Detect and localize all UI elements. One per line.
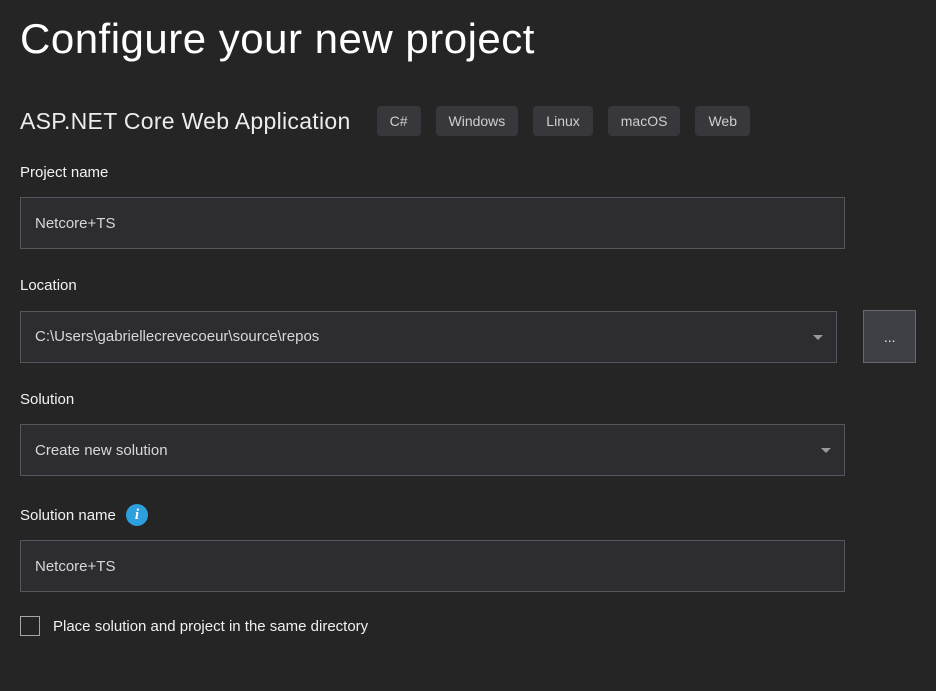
location-value: C:\Users\gabriellecrevecoeur\source\repo… [35, 328, 319, 345]
project-name-field: Project name [20, 164, 916, 249]
same-directory-checkbox[interactable] [20, 616, 40, 636]
solution-name-field: Solution name i [20, 504, 916, 592]
tag-macos: macOS [608, 106, 681, 136]
tag-web: Web [695, 106, 750, 136]
page-title: Configure your new project [20, 14, 916, 64]
chevron-down-icon [813, 335, 823, 340]
solution-value: Create new solution [35, 442, 168, 459]
location-row: C:\Users\gabriellecrevecoeur\source\repo… [20, 310, 916, 363]
solution-name-input[interactable] [20, 540, 845, 592]
template-name: ASP.NET Core Web Application [20, 108, 351, 135]
location-combobox[interactable]: C:\Users\gabriellecrevecoeur\source\repo… [20, 311, 837, 363]
chevron-down-icon [821, 448, 831, 453]
same-directory-label: Place solution and project in the same d… [53, 618, 368, 635]
project-name-input[interactable] [20, 197, 845, 249]
info-icon[interactable]: i [126, 504, 148, 526]
browse-button[interactable]: ... [863, 310, 916, 363]
solution-label: Solution [20, 391, 916, 408]
solution-combobox[interactable]: Create new solution [20, 424, 845, 476]
tag-linux: Linux [533, 106, 592, 136]
same-directory-row: Place solution and project in the same d… [20, 616, 916, 636]
solution-name-label: Solution name [20, 507, 116, 524]
template-tags: C# Windows Linux macOS Web [377, 106, 750, 136]
template-row: ASP.NET Core Web Application C# Windows … [20, 106, 916, 136]
configure-project-dialog: Configure your new project ASP.NET Core … [0, 0, 936, 636]
solution-name-label-row: Solution name i [20, 504, 916, 526]
tag-csharp: C# [377, 106, 421, 136]
location-label: Location [20, 277, 916, 294]
location-field: Location C:\Users\gabriellecrevecoeur\so… [20, 277, 916, 363]
tag-windows: Windows [436, 106, 519, 136]
project-name-label: Project name [20, 164, 916, 181]
solution-field: Solution Create new solution [20, 391, 916, 476]
